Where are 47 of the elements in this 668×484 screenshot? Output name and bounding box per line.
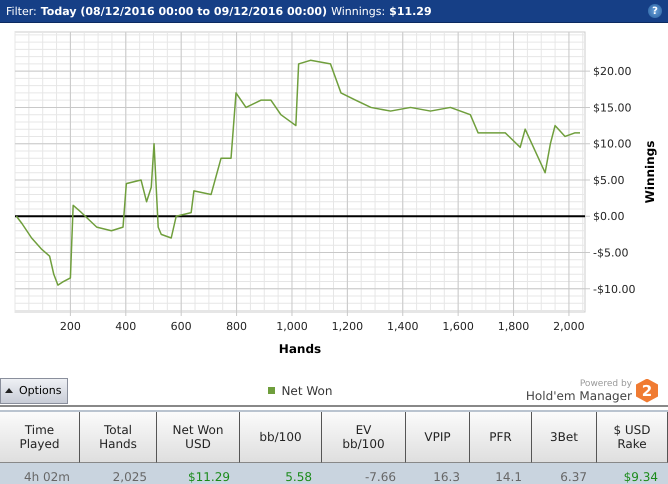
table-cell: 14.1 <box>470 463 532 484</box>
filter-value: Today (08/12/2016 00:00 to 09/12/2016 00:00) <box>40 4 328 18</box>
column-header[interactable]: bb/100 <box>240 412 322 463</box>
y-tick-label: $20.00 <box>593 65 632 78</box>
column-header[interactable]: EV bb/100 <box>322 412 406 463</box>
y-tick-label: $10.00 <box>593 138 632 151</box>
column-header[interactable]: PFR <box>470 412 532 463</box>
table-cell: $11.29 <box>157 463 240 484</box>
table-cell: 16.3 <box>406 463 470 484</box>
caret-up-icon <box>5 388 13 393</box>
winnings-label: Winnings: <box>331 4 386 18</box>
table-cell: 4h 02m <box>0 463 80 484</box>
column-header[interactable]: VPIP <box>406 412 470 463</box>
powered-by-text: Powered by <box>580 378 632 388</box>
x-tick-label: 1,000 <box>276 320 308 333</box>
x-tick-label: 1,200 <box>332 320 364 333</box>
x-tick-label: 1,400 <box>387 320 418 333</box>
y-tick-label: -$10.00 <box>593 282 636 296</box>
brand-name: Hold'em Manager <box>526 388 632 402</box>
table-cell: 2,025 <box>80 463 157 484</box>
x-axis-title: Hands <box>278 342 322 356</box>
x-tick-label: 600 <box>170 320 192 333</box>
column-header[interactable]: Net Won USD <box>157 412 240 463</box>
brand-logo: 2 <box>636 378 658 402</box>
filter-label: Filter: <box>6 4 37 18</box>
y-tick-label: $15.00 <box>593 101 632 114</box>
x-tick-label: 400 <box>115 320 136 333</box>
column-header[interactable]: Time Played <box>0 412 80 463</box>
y-tick-label: $5.00 <box>593 174 624 187</box>
x-tick-label: 200 <box>60 320 81 333</box>
options-button[interactable]: Options <box>0 378 68 404</box>
column-header[interactable]: 3Bet <box>532 412 597 463</box>
x-tick-label: 1,800 <box>498 320 530 333</box>
y-tick-label: $0.00 <box>593 210 624 224</box>
winnings-value: $11.29 <box>389 4 432 18</box>
y-tick-label: -$5.00 <box>593 246 628 260</box>
x-tick-label: 800 <box>226 320 248 333</box>
x-tick-label: 2,000 <box>553 320 585 333</box>
table-cell: 5.58 <box>240 463 322 484</box>
x-tick-label: 1,600 <box>442 320 474 333</box>
table-cell: 6.37 <box>532 463 597 484</box>
column-header[interactable]: $ USD Rake <box>597 412 668 463</box>
column-header[interactable]: Total Hands <box>80 412 157 463</box>
y-axis-title: Winnings <box>643 140 657 204</box>
table-cell: $9.34 <box>597 463 668 484</box>
table-cell: -7.66 <box>322 463 406 484</box>
legend-label: Net Won <box>281 384 332 398</box>
